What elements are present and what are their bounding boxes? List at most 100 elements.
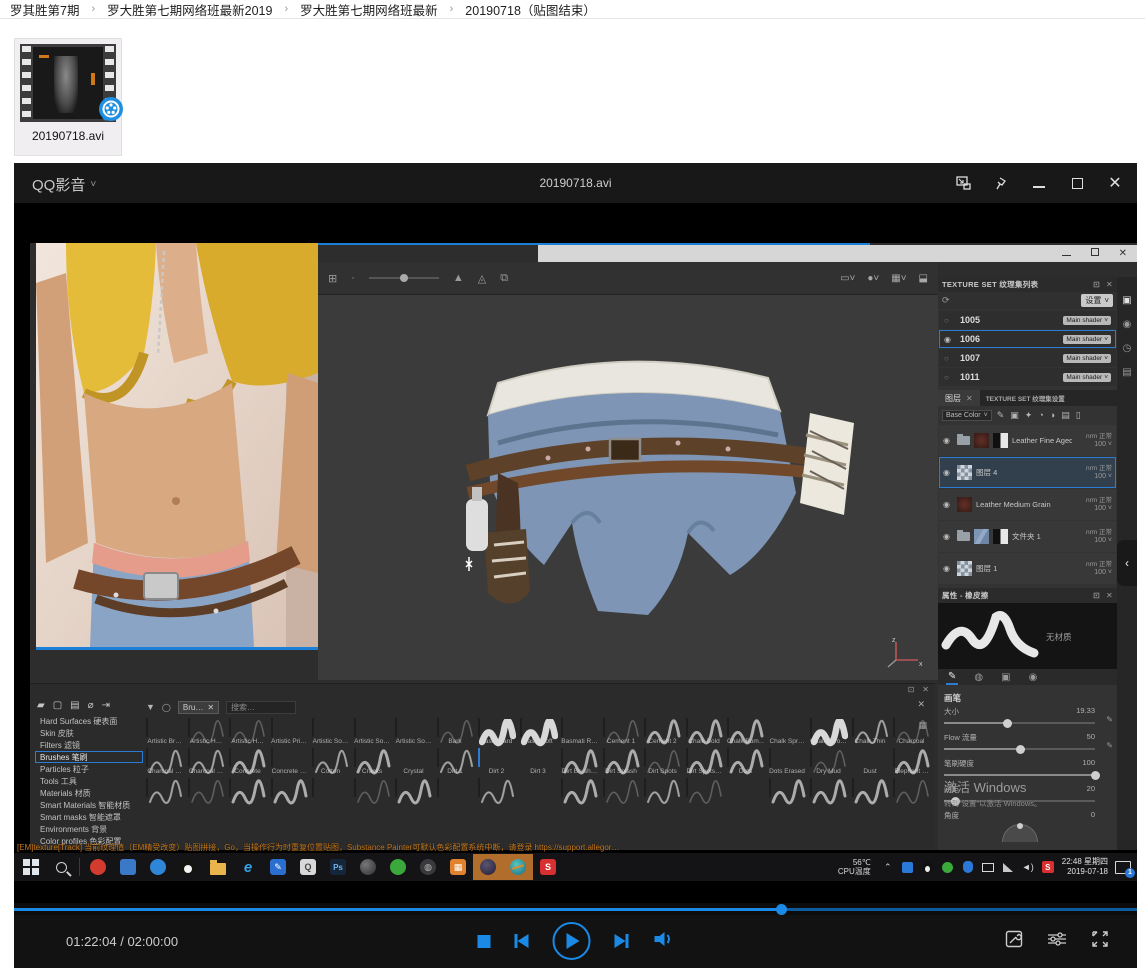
brush-item[interactable]: Artistic Pri… (271, 719, 308, 746)
tab-layers[interactable]: 图层✕ (938, 390, 980, 406)
brush-item[interactable]: Crystal (395, 749, 432, 776)
shelf-category[interactable]: Filters 滤镜 (35, 739, 143, 751)
visibility-icon[interactable]: ○ (944, 316, 954, 325)
stop-icon[interactable] (477, 935, 490, 948)
slider-knob[interactable] (1091, 771, 1100, 780)
texture-set-row[interactable]: ○ 1011 Main shader ˅ (939, 368, 1116, 386)
volume-icon[interactable] (652, 930, 674, 953)
visibility-icon[interactable]: ◉ (943, 436, 953, 445)
brush-thumbnail[interactable] (852, 748, 854, 767)
seek-bar[interactable] (14, 903, 1137, 915)
search-input[interactable]: 搜索… (226, 701, 296, 714)
taskbar-search-icon[interactable] (46, 854, 76, 880)
brush-item[interactable]: Dust (852, 749, 889, 776)
recorder-app-icon[interactable] (83, 854, 113, 880)
close-panel-icon[interactable]: ✕ (922, 685, 929, 694)
notification-center-icon[interactable]: 1 (1115, 861, 1131, 874)
brush-item[interactable]: Chalk Bum… (727, 719, 764, 746)
brush-thumbnail[interactable] (561, 778, 563, 797)
brush-item[interactable]: Chalk Bold (686, 719, 723, 746)
tray-s-icon[interactable]: S (1041, 860, 1055, 874)
brush-item[interactable] (561, 779, 598, 797)
brush-item[interactable] (893, 779, 930, 797)
brush-thumbnail[interactable] (271, 718, 273, 737)
brush-item[interactable] (769, 779, 806, 797)
paint-tool-icon[interactable]: ✎ (997, 410, 1005, 421)
substance-app-icon[interactable] (473, 854, 503, 880)
pen-pressure-icon[interactable]: ✎ (1106, 741, 1113, 750)
mask-icon[interactable]: ◔ (1038, 410, 1043, 421)
brush-tab-icon[interactable]: ✎ (946, 670, 958, 685)
brush-thumbnail[interactable] (644, 718, 646, 737)
previous-icon[interactable] (514, 934, 528, 948)
ps-app-icon[interactable]: Ps (323, 854, 353, 880)
brush-item[interactable]: Charcoal … (188, 749, 225, 776)
brush-thumbnail[interactable] (686, 778, 688, 797)
close-panel-icon[interactable]: ✕ (1106, 591, 1113, 600)
brush-thumbnail[interactable] (478, 718, 480, 737)
visibility-icon[interactable]: ◉ (943, 564, 953, 573)
layer-opacity[interactable]: 100 ˅ (1076, 569, 1112, 577)
tab-texture-set-settings[interactable]: TEXTURE SET 纹理集设置 (980, 390, 1071, 406)
shader-select[interactable]: Main shader ˅ (1063, 316, 1111, 325)
player-titlebar[interactable]: QQ影音˅ 20190718.avi ✕ (14, 163, 1137, 203)
brush-thumbnail[interactable] (727, 718, 729, 737)
minimize-icon[interactable] (1031, 175, 1047, 191)
brush-thumbnail[interactable] (229, 718, 231, 737)
play-icon[interactable] (552, 922, 590, 960)
shelf-category[interactable]: Particles 粒子 (35, 763, 143, 775)
brush-item[interactable]: Chalk Thin (852, 719, 889, 746)
brush-thumbnail[interactable] (769, 748, 771, 767)
shelf-category[interactable]: Hard Surfaces 硬表面 (35, 715, 143, 727)
tray-volume-icon[interactable]: ◄) (1021, 860, 1035, 874)
brush-item[interactable]: Artistic H… (188, 719, 225, 746)
tray-expand-icon[interactable]: ⌃ (881, 860, 895, 874)
search-tool-icon[interactable]: Q (293, 854, 323, 880)
brush-item[interactable]: Concrete … (271, 749, 308, 776)
brush-item[interactable] (229, 779, 266, 797)
brush-item[interactable] (437, 779, 474, 797)
brush-thumbnail[interactable] (354, 718, 356, 737)
brush-thumbnail[interactable] (893, 748, 895, 767)
qq-app-icon[interactable] (173, 854, 203, 880)
screenshot-icon[interactable]: ⬓ (919, 273, 928, 284)
layer-row[interactable]: ◉ Leather Fine Aged nrm 正常 100 ˅ (939, 425, 1116, 456)
channel-select[interactable]: Base Color˅ (942, 410, 992, 421)
breadcrumb-item[interactable]: 罗大胜第七期网络班最新 (300, 0, 438, 19)
brush-thumbnail[interactable] (893, 778, 895, 797)
slider-knob[interactable] (1016, 745, 1025, 754)
playlist-settings-icon[interactable] (1047, 931, 1067, 952)
brush-thumbnail[interactable] (686, 748, 688, 767)
brush-item[interactable]: Artistic H… (229, 719, 266, 746)
camera-app-icon[interactable] (353, 854, 383, 880)
visibility-icon[interactable]: ○ (944, 354, 954, 363)
brush-thumbnail[interactable] (437, 778, 439, 797)
brush-item[interactable] (852, 779, 889, 797)
brush-thumbnail[interactable] (893, 718, 895, 737)
brush-thumbnail[interactable] (520, 718, 522, 737)
brush-item[interactable]: Chalk Stro… (810, 719, 847, 746)
lighting-view-icon[interactable]: ●˅ (867, 273, 879, 284)
brush-item[interactable]: Basmati R… (561, 719, 598, 746)
brush-thumbnail[interactable] (437, 748, 439, 767)
brush-item[interactable]: Dirt Spots… (686, 749, 723, 776)
visibility-icon[interactable]: ◉ (943, 532, 953, 541)
brush-thumbnail[interactable] (188, 748, 190, 767)
brush-item[interactable]: Dirt Brush… (561, 749, 598, 776)
settings-button[interactable]: 设置˅ (1081, 294, 1113, 307)
brush-item[interactable]: Artistic So… (395, 719, 432, 746)
brush-thumbnail[interactable] (478, 748, 480, 767)
brush-thumbnail[interactable] (852, 718, 854, 737)
shelf-category[interactable]: Smart Materials 智能材质 (35, 799, 143, 811)
close-icon[interactable]: ✕ (917, 699, 925, 710)
brush-thumbnail[interactable] (312, 778, 314, 797)
layer-opacity[interactable]: 100 ˅ (1076, 537, 1112, 545)
breadcrumb-item[interactable]: 罗其胜第7期 (10, 0, 79, 19)
blend-mode[interactable]: nrm 正常 (1076, 529, 1112, 537)
dark-app-icon[interactable]: ◍ (413, 854, 443, 880)
brush-thumbnail[interactable] (229, 748, 231, 767)
s-app-icon[interactable]: S (533, 854, 563, 880)
brush-thumbnail[interactable] (520, 778, 522, 797)
brush-thumbnail[interactable] (188, 778, 190, 797)
brush-thumbnail[interactable] (769, 778, 771, 797)
